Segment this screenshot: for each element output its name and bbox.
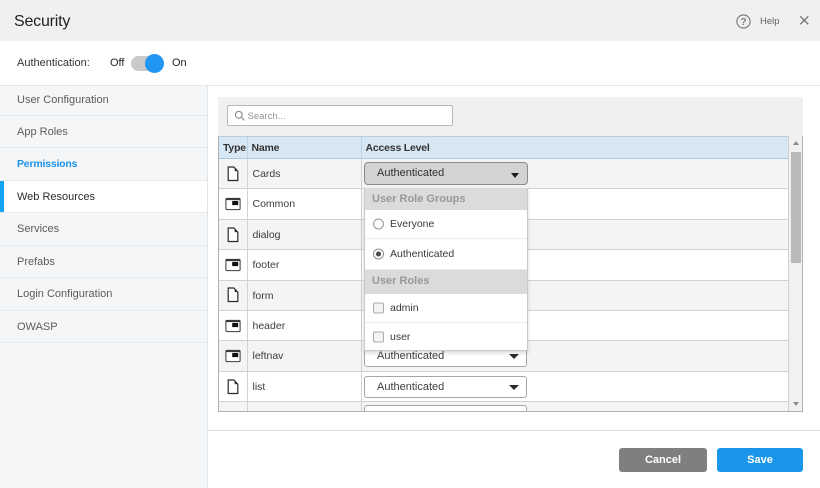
- svg-text:?: ?: [740, 17, 746, 28]
